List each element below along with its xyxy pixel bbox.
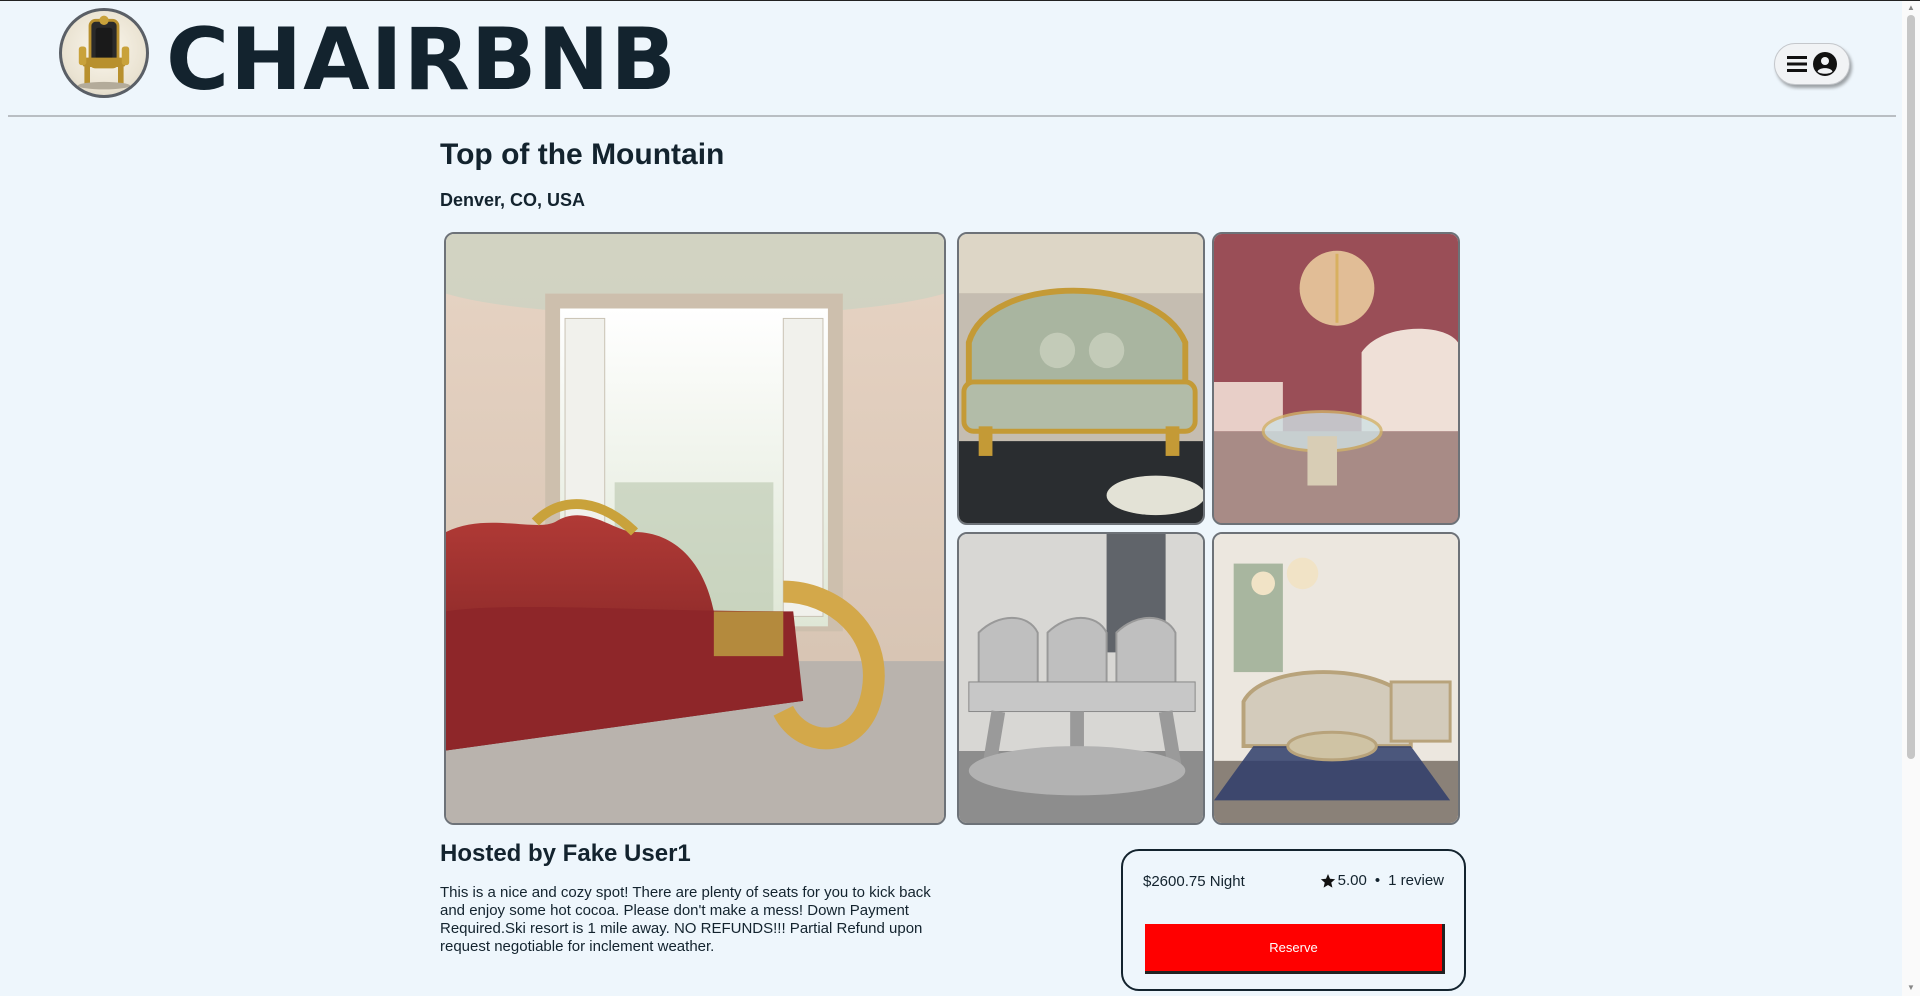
listing-photo-1[interactable] [957, 232, 1205, 525]
rating-summary: 5.00 • 1 review [1320, 872, 1444, 889]
listing-title: Top of the Mountain [440, 138, 725, 171]
user-menu-button[interactable] [1774, 43, 1850, 85]
reserve-button[interactable]: Reserve [1145, 924, 1445, 974]
listing-photo-main[interactable] [444, 232, 946, 825]
page-scrollbar[interactable]: ▲ ▼ [1902, 1, 1920, 996]
listing-photo-4[interactable] [1212, 532, 1460, 825]
listing-location: Denver, CO, USA [440, 190, 586, 210]
star-icon [1320, 873, 1335, 888]
scroll-thumb[interactable] [1907, 15, 1915, 759]
scroll-down-icon[interactable]: ▼ [1907, 984, 1915, 992]
logo-text[interactable]: CHAIRBNB [166, 15, 677, 105]
logo-throne-icon[interactable] [59, 8, 149, 98]
booking-card: $2600.75 Night 5.00 • 1 review Reserve [1121, 849, 1466, 991]
rating-separator: • [1374, 872, 1381, 889]
host-heading: Hosted by Fake User1 [440, 840, 691, 867]
site-header: CHAIRBNB [8, 1, 1896, 117]
listing-description: This is a nice and cozy spot! There are … [440, 884, 931, 955]
scroll-up-icon[interactable]: ▲ [1907, 4, 1915, 12]
price-per-night: $2600.75 Night [1143, 873, 1245, 890]
rating-value: 5.00 [1337, 872, 1367, 889]
hamburger-menu-icon [1787, 56, 1807, 72]
listing-photo-2[interactable] [1212, 232, 1460, 525]
listing-photo-3[interactable] [957, 532, 1205, 825]
review-count: 1 review [1388, 872, 1444, 889]
user-avatar-icon [1813, 52, 1837, 76]
